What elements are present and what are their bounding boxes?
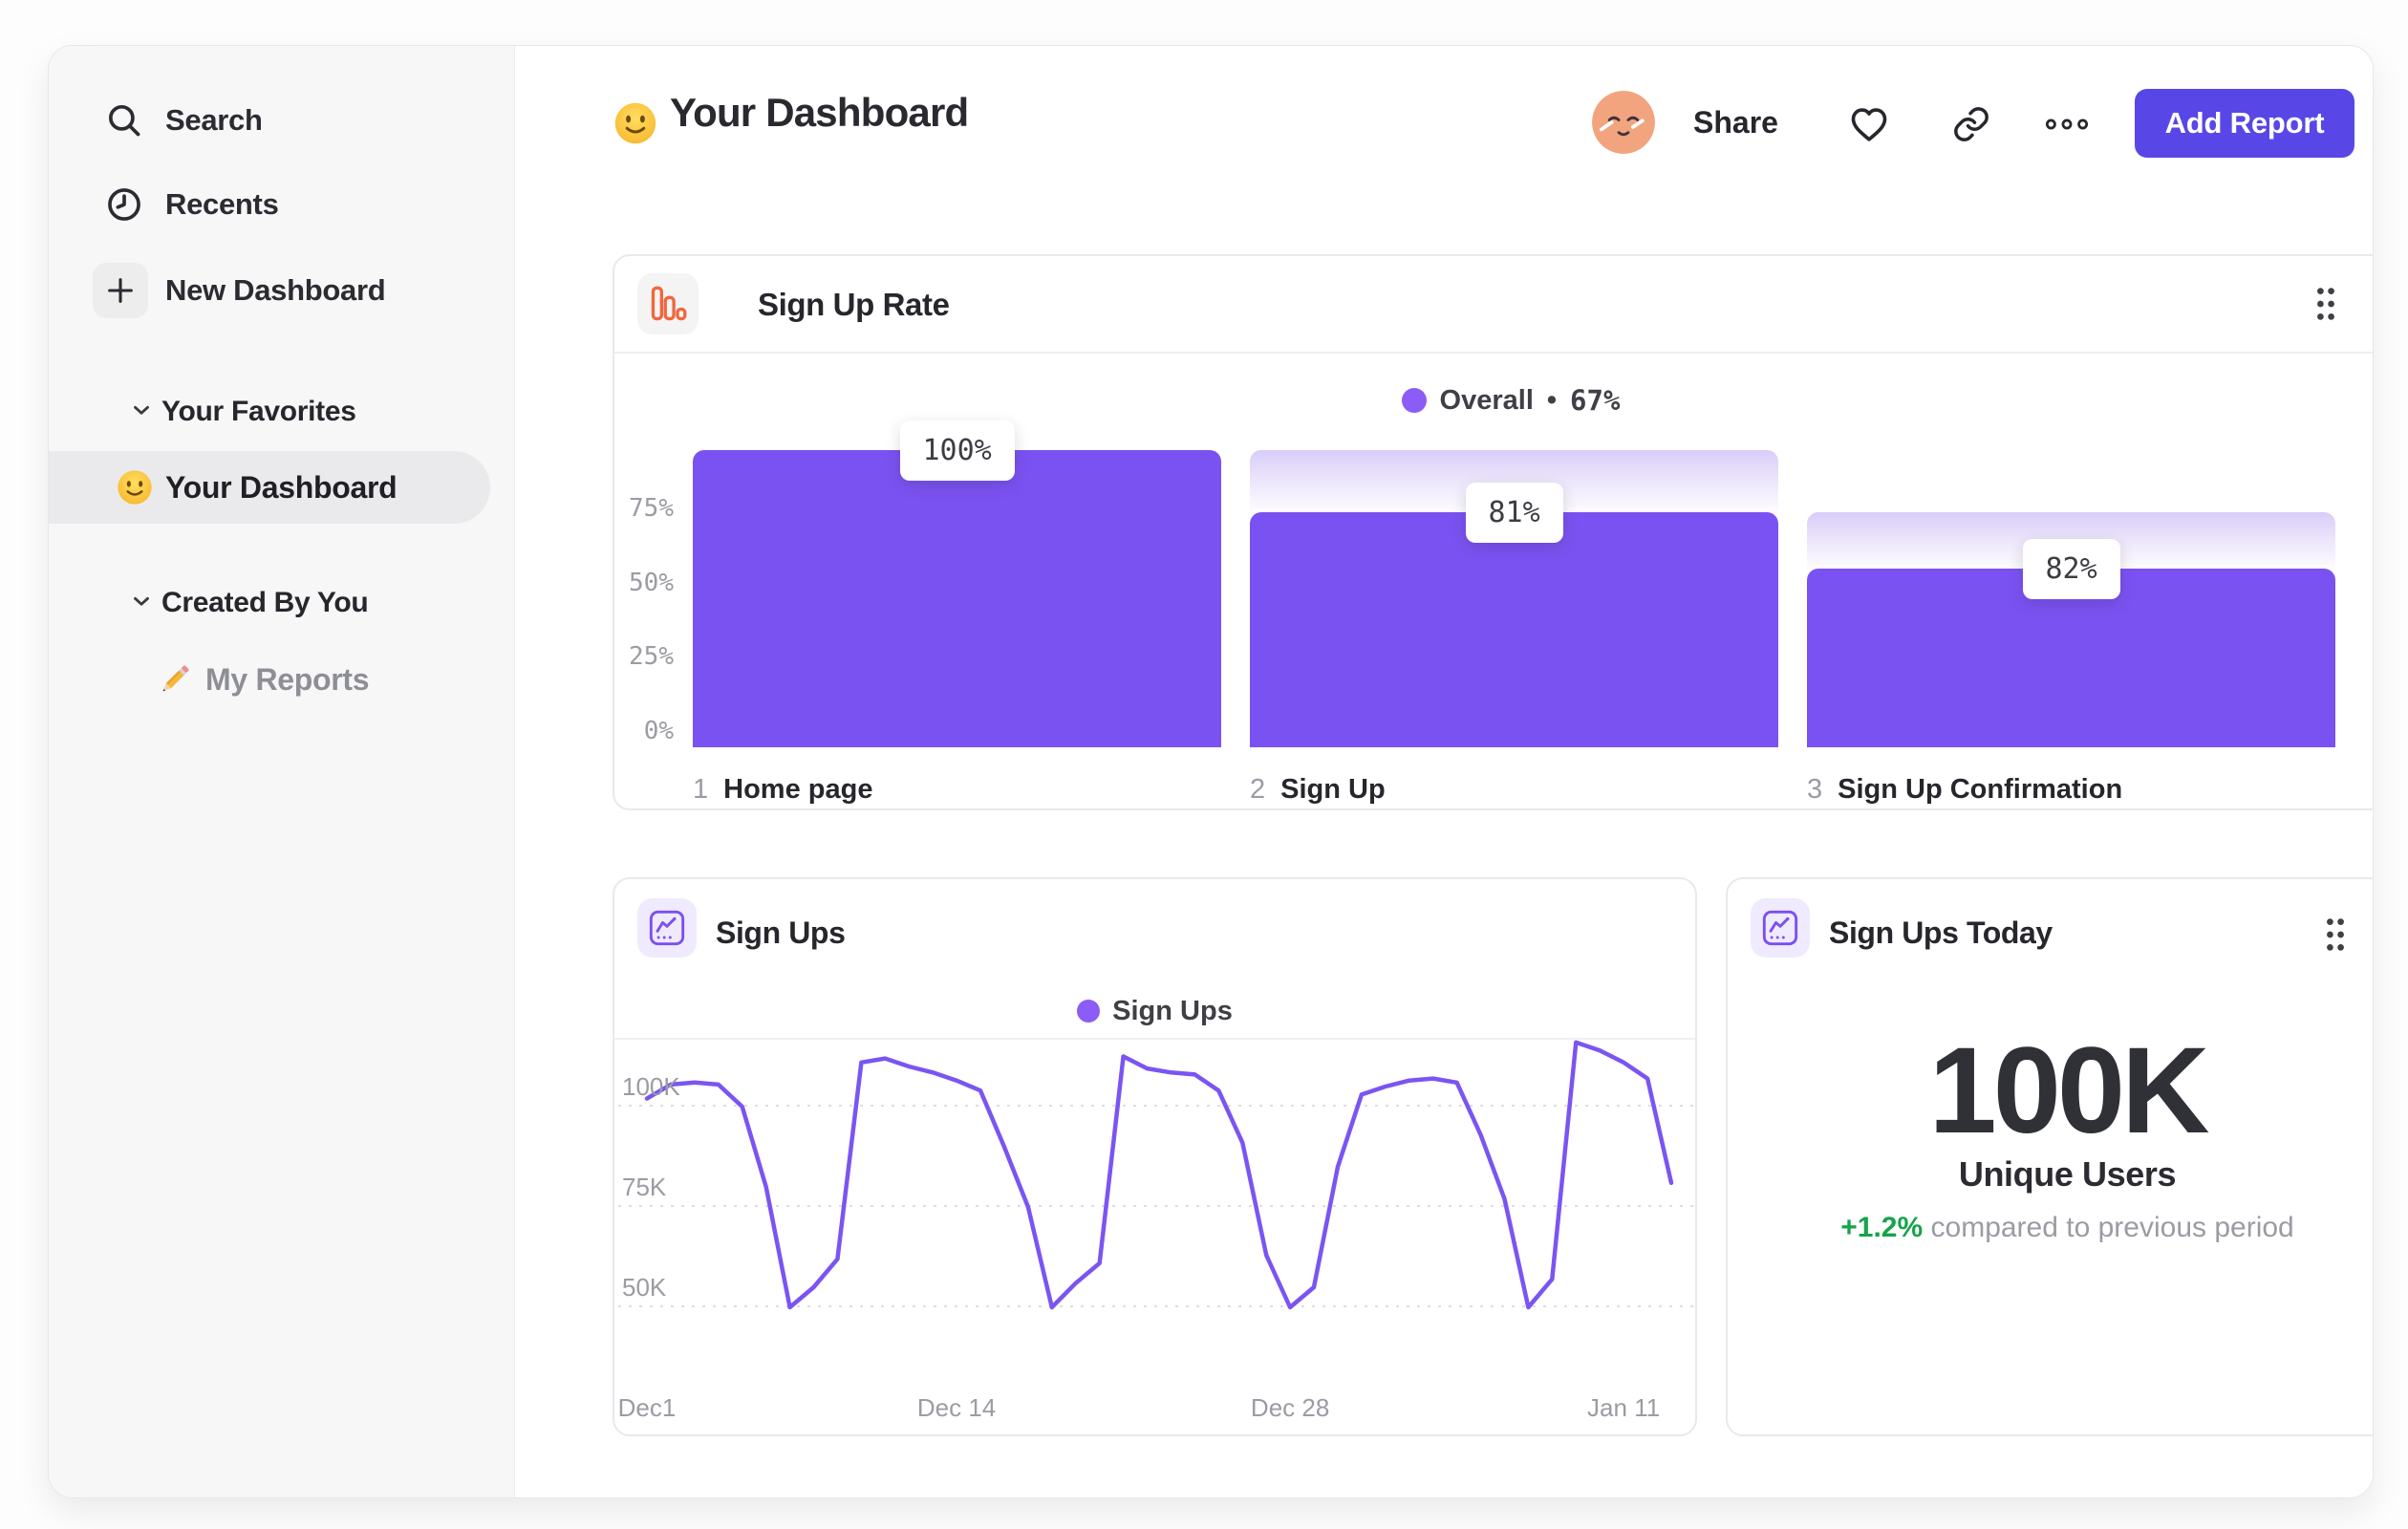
add-report-button[interactable]: Add Report	[2135, 89, 2354, 158]
funnel-bar[interactable]	[1250, 512, 1778, 747]
line-chart-icon	[1751, 898, 1810, 958]
sidebar-item-label: My Reports	[205, 661, 370, 697]
drag-handle-icon[interactable]	[2310, 283, 2342, 325]
funnel-y-tick: 0%	[643, 717, 674, 745]
delta-value: +1.2%	[1840, 1212, 1924, 1243]
sidebar-item-label: Recents	[165, 187, 279, 221]
line-x-tick: Dec1	[617, 1393, 677, 1422]
legend-value: 67%	[1570, 384, 1621, 417]
sign-ups-today-card: Sign Ups Today 100K Unique Users +1.2% c…	[1726, 877, 2373, 1436]
link-icon[interactable]	[1948, 101, 1994, 147]
chevron-down-icon	[129, 398, 154, 427]
clock-icon	[103, 183, 145, 226]
step-name: Sign Up Confirmation	[1838, 774, 2123, 805]
legend-separator: •	[1546, 384, 1558, 416]
line-series[interactable]	[644, 1040, 1674, 1310]
pencil-emoji-icon	[156, 660, 194, 699]
sign-ups-card: Sign Ups Sign Ups 100K 75K 50K Dec1 Dec 14 De…	[613, 877, 1697, 1436]
sidebar-item-my-reports[interactable]: My Reports	[49, 646, 490, 713]
section-label: Your Favorites	[161, 396, 356, 427]
avatar[interactable]	[1592, 91, 1655, 154]
drag-handle-icon[interactable]	[2319, 914, 2352, 956]
card-title: Sign Ups Today	[1829, 915, 2053, 950]
card-title: Sign Up Rate	[758, 287, 950, 322]
funnel-badge: 81%	[1465, 483, 1563, 544]
line-legend: Sign Ups	[614, 984, 1695, 1040]
funnel-y-tick: 25%	[629, 642, 674, 672]
funnel-step-label: 1 Home page	[693, 774, 872, 806]
sidebar-section-created-by-you[interactable]: Created By You	[49, 576, 514, 630]
sidebar-section-your-favorites[interactable]: Your Favorites	[49, 385, 514, 439]
sidebar-item-label: Search	[165, 103, 263, 137]
line-x-tick: Dec 14	[916, 1393, 997, 1422]
line-chart-icon	[637, 898, 697, 958]
sidebar-item-your-dashboard[interactable]: Your Dashboard	[49, 451, 490, 524]
funnel-bar[interactable]	[693, 450, 1221, 747]
step-number: 1	[693, 774, 709, 805]
step-name: Home page	[723, 774, 873, 805]
step-name: Sign Up	[1280, 774, 1386, 805]
card-title: Sign Ups	[716, 915, 846, 950]
legend-label: Overall	[1439, 384, 1534, 416]
line-y-tick: 100K	[622, 1072, 680, 1101]
step-number: 3	[1807, 774, 1823, 805]
sidebar-item-label: Your Dashboard	[165, 469, 398, 505]
funnel-step-label: 2 Sign Up	[1250, 774, 1386, 806]
sidebar: Search Recents New Dashboard Your Favori…	[49, 46, 515, 1497]
sidebar-item-label: New Dashboard	[165, 273, 386, 307]
metric-label: Unique Users	[1958, 1154, 2177, 1194]
legend-dot-icon	[1401, 388, 1427, 413]
search-icon	[103, 99, 145, 141]
line-chart-svg	[618, 1040, 1693, 1310]
divider	[614, 352, 2373, 354]
step-number: 2	[1250, 774, 1266, 805]
legend-dot-icon	[1077, 1000, 1101, 1023]
chevron-down-icon	[129, 589, 154, 618]
line-x-tick: Jan 11	[1587, 1393, 1661, 1422]
sidebar-item-new-dashboard[interactable]: New Dashboard	[49, 260, 514, 321]
plus-icon	[93, 263, 148, 318]
page-title: Your Dashboard	[670, 90, 969, 135]
smiley-emoji-icon	[613, 100, 658, 146]
funnel-badge: 82%	[2022, 539, 2120, 600]
sidebar-item-search[interactable]: Search	[49, 90, 514, 151]
delta-note: compared to previous period	[1930, 1212, 2294, 1243]
heart-icon[interactable]	[1846, 101, 1892, 147]
share-button[interactable]: Share	[1693, 105, 1778, 140]
sign-up-rate-card: Sign Up Rate Overall • 67% 75% 50% 25% 0% 10…	[613, 254, 2373, 810]
app-window: Search Recents New Dashboard Your Favori…	[48, 45, 2374, 1498]
sidebar-item-recents[interactable]: Recents	[49, 174, 514, 235]
funnel-step-label: 3 Sign Up Confirmation	[1807, 774, 2122, 806]
metric-value: 100K	[1928, 1023, 2210, 1159]
metric-delta: +1.2% compared to previous period	[1728, 1212, 2373, 1244]
legend-label: Sign Ups	[1112, 995, 1233, 1026]
smiley-emoji-icon	[116, 468, 154, 506]
funnel-badge: 100%	[899, 420, 1015, 481]
line-x-tick: Dec 28	[1250, 1393, 1330, 1422]
line-y-tick: 50K	[622, 1273, 667, 1302]
section-label: Created By You	[161, 587, 369, 618]
bar-chart-icon	[637, 273, 699, 334]
funnel-y-tick: 75%	[629, 493, 674, 523]
line-y-tick: 75K	[622, 1173, 667, 1201]
funnel-y-tick: 50%	[629, 568, 674, 597]
funnel-legend: Overall • 67%	[614, 384, 2373, 417]
more-options-icon[interactable]	[2044, 101, 2090, 147]
screen: Search Recents New Dashboard Your Favori…	[0, 0, 2408, 1529]
